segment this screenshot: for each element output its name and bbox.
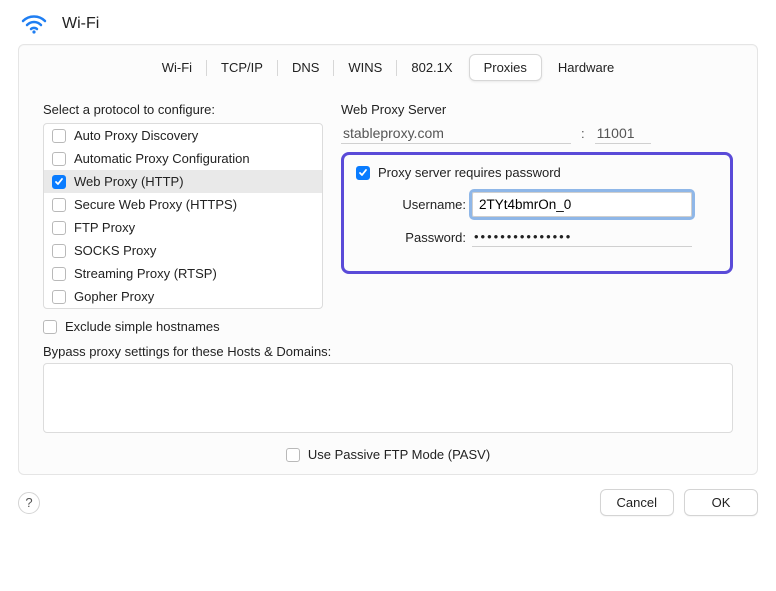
bypass-textarea[interactable] [43, 363, 733, 433]
username-input[interactable] [472, 192, 692, 217]
tab-hardware[interactable]: Hardware [544, 55, 628, 80]
ok-button[interactable]: OK [684, 489, 758, 516]
protocol-item[interactable]: Auto Proxy Discovery [44, 124, 322, 147]
exclude-hostnames-checkbox[interactable] [43, 320, 57, 334]
password-input[interactable]: ••••••••••••••• [472, 227, 692, 247]
username-label: Username: [376, 197, 466, 212]
help-button[interactable]: ? [18, 492, 40, 514]
protocol-label: Web Proxy (HTTP) [74, 174, 184, 189]
protocol-item[interactable]: Streaming Proxy (RTSP) [44, 262, 322, 285]
passive-ftp-checkbox[interactable] [286, 448, 300, 462]
server-label: Web Proxy Server [341, 102, 733, 117]
protocol-label: Secure Web Proxy (HTTPS) [74, 197, 237, 212]
protocol-label: Automatic Proxy Configuration [74, 151, 250, 166]
proxy-port-input[interactable] [595, 123, 651, 144]
host-port-separator: : [579, 126, 587, 141]
passive-ftp-label: Use Passive FTP Mode (PASV) [308, 447, 490, 462]
proxy-host-input[interactable] [341, 123, 571, 144]
protocol-list[interactable]: Auto Proxy Discovery Automatic Proxy Conf… [43, 123, 323, 309]
tab-wins[interactable]: WINS [334, 55, 396, 80]
protocol-label: FTP Proxy [74, 220, 135, 235]
protocol-label: Streaming Proxy (RTSP) [74, 266, 217, 281]
protocol-checkbox[interactable] [52, 290, 66, 304]
protocol-item[interactable]: Secure Web Proxy (HTTPS) [44, 193, 322, 216]
tab-proxies[interactable]: Proxies [469, 54, 542, 81]
protocol-checkbox[interactable] [52, 175, 66, 189]
tab-tcpip[interactable]: TCP/IP [207, 55, 277, 80]
cancel-button[interactable]: Cancel [600, 489, 674, 516]
auth-highlight-box: Proxy server requires password Username:… [341, 152, 733, 274]
protocol-checkbox[interactable] [52, 198, 66, 212]
auth-required-checkbox[interactable] [356, 166, 370, 180]
tabs-bar: Wi-FiTCP/IPDNSWINS802.1XProxiesHardware [19, 45, 757, 88]
protocol-label: Gopher Proxy [74, 289, 154, 304]
protocol-item[interactable]: Web Proxy (HTTP) [44, 170, 322, 193]
protocol-checkbox[interactable] [52, 129, 66, 143]
protocol-label: Auto Proxy Discovery [74, 128, 198, 143]
protocol-checkbox[interactable] [52, 267, 66, 281]
tab-8021x[interactable]: 802.1X [397, 55, 466, 80]
protocol-label: Select a protocol to configure: [43, 102, 323, 117]
protocol-item[interactable]: SOCKS Proxy [44, 239, 322, 262]
protocol-checkbox[interactable] [52, 152, 66, 166]
tab-dns[interactable]: DNS [278, 55, 333, 80]
protocol-item[interactable]: Automatic Proxy Configuration [44, 147, 322, 170]
protocol-checkbox[interactable] [52, 244, 66, 258]
auth-required-label: Proxy server requires password [378, 165, 561, 180]
page-title: Wi-Fi [62, 15, 99, 33]
protocol-checkbox[interactable] [52, 221, 66, 235]
tab-wifi[interactable]: Wi-Fi [148, 55, 206, 80]
wifi-icon [20, 10, 48, 38]
protocol-label: SOCKS Proxy [74, 243, 156, 258]
settings-panel: Wi-FiTCP/IPDNSWINS802.1XProxiesHardware … [18, 44, 758, 475]
password-label: Password: [376, 230, 466, 245]
bypass-label: Bypass proxy settings for these Hosts & … [43, 344, 733, 359]
protocol-item[interactable]: FTP Proxy [44, 216, 322, 239]
protocol-item[interactable]: Gopher Proxy [44, 285, 322, 308]
exclude-hostnames-label: Exclude simple hostnames [65, 319, 220, 334]
